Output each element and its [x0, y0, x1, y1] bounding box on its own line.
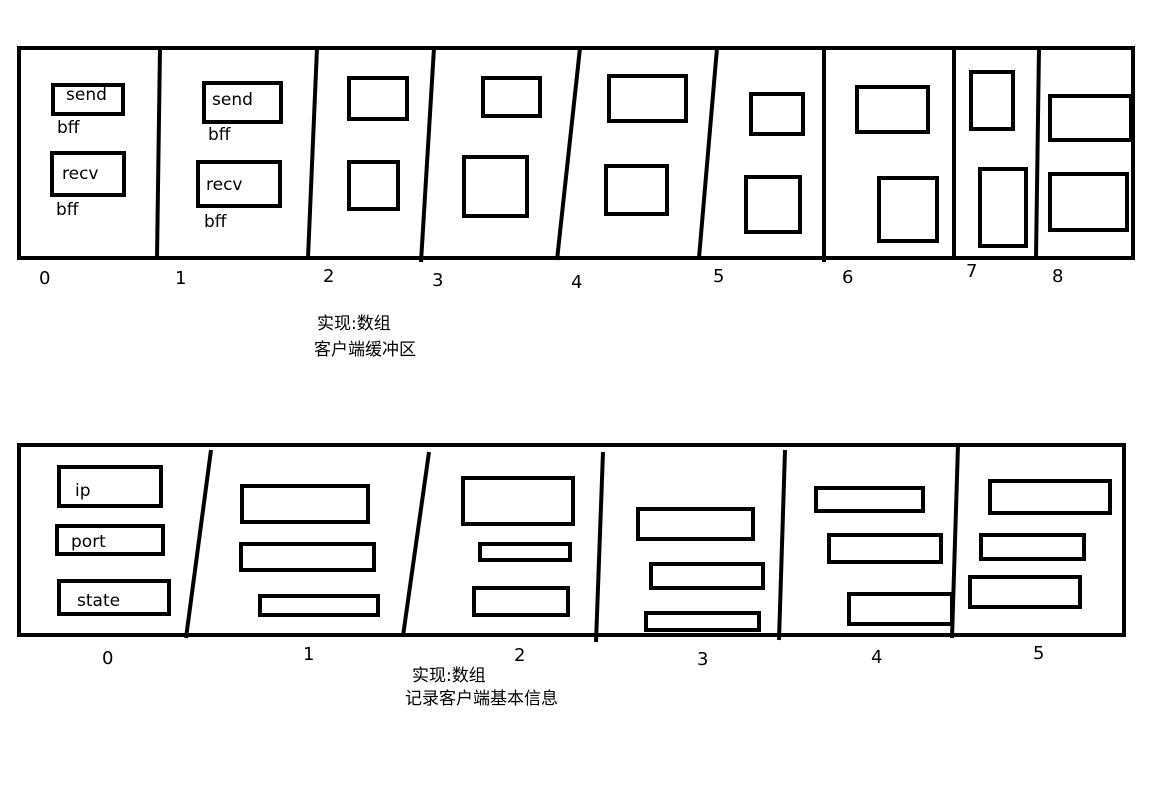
- buffer-index-2: 2: [323, 266, 335, 287]
- buffer-index-5: 5: [713, 266, 725, 287]
- buffer-index-7: 7: [966, 261, 978, 282]
- cell0-recv-label: recv: [62, 164, 99, 184]
- info-cell4-box-a: [814, 486, 925, 513]
- info-cell4-box-b: [827, 533, 943, 564]
- cell7-box-b: [978, 167, 1028, 248]
- cell3-box-b: [462, 155, 529, 218]
- info-cell5-box-c: [968, 575, 1082, 609]
- info-cell3-box-a: [636, 507, 755, 541]
- info-cell5-box-b: [979, 533, 1086, 561]
- info-caption-line2: 记录客户端基本信息: [405, 689, 558, 709]
- info-cell4-box-c: [847, 592, 954, 626]
- buffer-caption-line2: 客户端缓冲区: [314, 340, 416, 360]
- cell0-state-label: state: [77, 591, 121, 611]
- info-cell5-box-a: [988, 479, 1112, 515]
- cell5-box-a: [749, 92, 805, 136]
- cell1-recv-label: recv: [206, 175, 243, 195]
- info-cell1-box-a: [240, 484, 370, 524]
- cell0-send-sub-label: bff: [57, 118, 80, 138]
- cell2-box-b: [347, 160, 400, 211]
- cell1-send-sub-label: bff: [208, 125, 231, 145]
- cell3-box-a: [481, 76, 542, 118]
- cell5-box-b: [744, 175, 802, 234]
- info-index-4: 4: [871, 647, 883, 668]
- info-caption-line1: 实现:数组: [412, 666, 486, 686]
- cell1-recv-sub-label: bff: [204, 212, 227, 232]
- buffer-index-3: 3: [432, 270, 444, 291]
- client-buffer-dividers: [155, 47, 1041, 263]
- info-index-3: 3: [697, 649, 709, 670]
- info-index-1: 1: [303, 644, 315, 665]
- diagram-canvas: [17, 46, 1135, 643]
- cell1-send-label: send: [212, 90, 253, 110]
- cell0-port-label: port: [71, 532, 106, 552]
- info-cell2-box-b: [478, 542, 572, 562]
- info-cell1-box-c: [258, 594, 380, 617]
- cell4-box-b: [604, 164, 669, 216]
- cell0-recv-sub-label: bff: [56, 200, 79, 220]
- info-cell2-box-c: [472, 586, 570, 617]
- cell8-box-a: [1048, 94, 1133, 142]
- info-cell3-box-c: [644, 611, 761, 632]
- info-cell2-box-a: [461, 476, 575, 526]
- info-index-5: 5: [1033, 643, 1045, 664]
- info-index-2: 2: [514, 645, 526, 666]
- buffer-index-1: 1: [175, 268, 187, 289]
- cell6-box-b: [877, 176, 939, 243]
- buffer-caption-line1: 实现:数组: [317, 314, 391, 334]
- cell2-box-a: [347, 76, 409, 121]
- buffer-index-0: 0: [39, 268, 51, 289]
- info-cell1-box-b: [239, 542, 376, 572]
- buffer-index-4: 4: [571, 272, 583, 293]
- info-index-0: 0: [102, 648, 114, 669]
- buffer-index-8: 8: [1052, 266, 1064, 287]
- cell8-box-b: [1048, 172, 1129, 232]
- cell0-ip-label: ip: [75, 481, 91, 501]
- cell4-box-a: [607, 74, 688, 123]
- cell6-box-a: [855, 85, 930, 134]
- buffer-index-6: 6: [842, 267, 854, 288]
- cell0-send-label: send: [66, 85, 107, 105]
- cell7-box-a: [969, 70, 1015, 131]
- info-cell3-box-b: [649, 562, 765, 590]
